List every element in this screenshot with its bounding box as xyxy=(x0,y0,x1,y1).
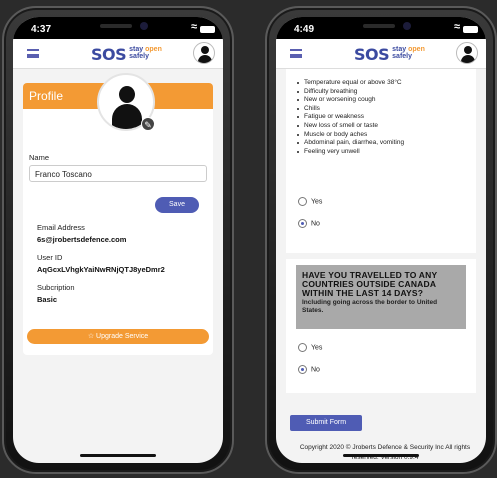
upgrade-service-button[interactable]: ☆ Upgrade Service xyxy=(27,329,209,344)
symptoms-card: Temperature equal or above 38°C Difficul… xyxy=(286,69,476,253)
list-item: Temperature equal or above 38°C xyxy=(296,79,404,88)
avatar[interactable] xyxy=(193,42,215,64)
home-indicator xyxy=(343,454,419,457)
email-label: Email Address xyxy=(37,223,85,232)
copyright-text: Copyright 2020 © Jroberts Defence & Secu… xyxy=(299,444,471,461)
list-item: New or worsening cough xyxy=(296,96,404,105)
travel-card: HAVE YOU TRAVELLED TO ANY COUNTRIES OUTS… xyxy=(286,259,476,393)
battery-icon xyxy=(200,26,215,33)
phone-frame-right: 4:49 ≈ SOS stay open safely Temperature eq… xyxy=(265,6,497,474)
page-title: Profile xyxy=(29,89,64,103)
travel-question-sub: Including going across the border to Uni… xyxy=(302,299,438,314)
travel-question: HAVE YOU TRAVELLED TO ANY COUNTRIES OUTS… xyxy=(302,270,438,298)
list-item: Abdominal pain, diarrhea, vomiting xyxy=(296,139,404,148)
name-label: Name xyxy=(29,153,50,162)
list-item: Feeling very unwell xyxy=(296,148,404,157)
userid-value: AqGcxLVhgkYaiNwRNjQTJ8yeDmr2 xyxy=(37,265,165,274)
list-item: New loss of smell or taste xyxy=(296,122,404,131)
list-item: Muscle or body aches xyxy=(296,131,404,140)
phone-screen-right: 4:49 ≈ SOS stay open safely Temperature eq… xyxy=(276,17,486,463)
list-item: Chills xyxy=(296,105,404,114)
email-value: 6s@jrobertsdefence.com xyxy=(37,235,127,244)
name-field[interactable]: Franco Toscano xyxy=(29,165,207,182)
phone-frame-left: 4:37 ≈ SOS stay open safely Profile ✎ Name… xyxy=(2,6,234,474)
subscription-value: Basic xyxy=(37,295,58,304)
menu-icon[interactable] xyxy=(27,49,39,58)
symptoms-yes-option[interactable]: Yes xyxy=(298,197,322,206)
app-bar: SOS stay open safely xyxy=(276,39,486,69)
radio-no-symptoms[interactable] xyxy=(298,219,307,228)
home-indicator xyxy=(80,454,156,457)
subscription-label: Subcription xyxy=(37,283,75,292)
battery-icon xyxy=(463,26,478,33)
list-item: Difficulty breathing xyxy=(296,88,404,97)
app-logo: SOS stay open safely xyxy=(91,45,162,64)
app-bar: SOS stay open safely xyxy=(13,39,223,69)
notch xyxy=(329,17,433,37)
pencil-icon[interactable]: ✎ xyxy=(141,117,155,131)
phone-screen-left: 4:37 ≈ SOS stay open safely Profile ✎ Name… xyxy=(13,17,223,463)
status-time: 4:49 xyxy=(294,24,315,35)
wifi-icon: ≈ xyxy=(453,21,460,33)
save-button[interactable]: Save xyxy=(155,197,199,213)
symptom-list: Temperature equal or above 38°C Difficul… xyxy=(296,79,404,156)
avatar[interactable] xyxy=(456,42,478,64)
menu-icon[interactable] xyxy=(290,49,302,58)
notch xyxy=(66,17,170,37)
profile-card: Profile ✎ Name Franco Toscano Save Email… xyxy=(23,73,213,355)
submit-form-button[interactable]: Submit Form xyxy=(290,415,362,431)
radio-no-travel[interactable] xyxy=(298,365,307,374)
travel-question-box: HAVE YOU TRAVELLED TO ANY COUNTRIES OUTS… xyxy=(296,265,466,329)
travel-yes-option[interactable]: Yes xyxy=(298,343,322,352)
userid-label: User ID xyxy=(37,253,63,262)
radio-yes-travel[interactable] xyxy=(298,343,307,352)
symptoms-no-option[interactable]: No xyxy=(298,219,320,228)
radio-yes-symptoms[interactable] xyxy=(298,197,307,206)
app-logo: SOS stay open safely xyxy=(354,45,425,64)
travel-no-option[interactable]: No xyxy=(298,365,320,374)
list-item: Fatigue or weakness xyxy=(296,113,404,122)
status-time: 4:37 xyxy=(31,24,52,35)
wifi-icon: ≈ xyxy=(190,21,197,33)
